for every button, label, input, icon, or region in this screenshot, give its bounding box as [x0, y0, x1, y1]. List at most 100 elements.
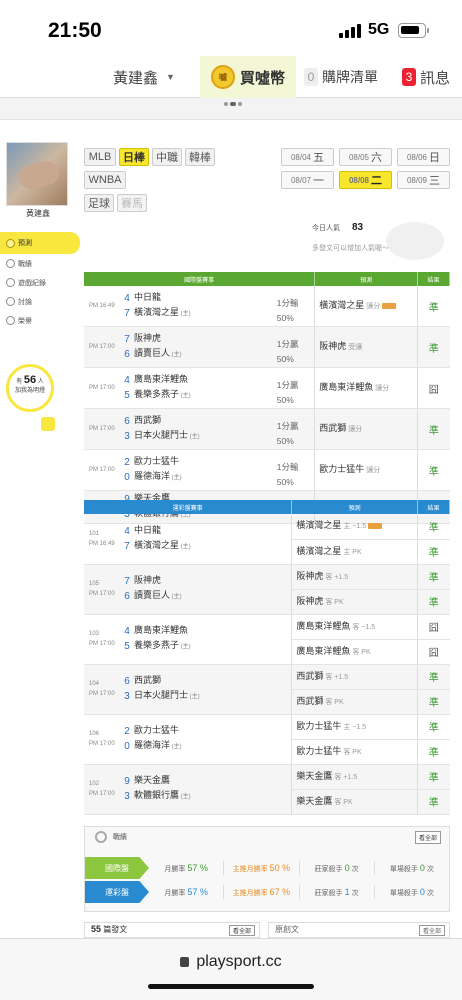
prediction-team: 廣島東洋鯉魚	[319, 382, 374, 392]
team-home: 羅德海洋	[134, 740, 171, 750]
sidebar-item-predict[interactable]: 預測	[0, 232, 80, 254]
post-count-box: 55 篇發文 看全部	[84, 922, 260, 938]
stat-value: 57 %	[187, 863, 208, 873]
stat-label: 主推月勝率	[232, 890, 268, 897]
lottery-row: 103 PM 17:00 4 5 廣島東洋鯉魚 養樂多燕子 (主) 廣島東洋鯉魚客 −1.5…	[84, 614, 450, 665]
user-menu[interactable]: 黃建鑫 ▼	[88, 56, 200, 98]
home-mark-icon: (主)	[179, 393, 191, 399]
prediction-cell: 廣島東洋鯉魚客 −1.5	[291, 614, 418, 640]
team-away: 阪神虎	[134, 333, 162, 343]
game-time: PM 17:00	[89, 591, 115, 597]
lottery-row: 102 PM 17:00 9 3 樂天金鷹 軟體銀行鷹 (主) 樂天金鷹客 +1.5 準	[84, 764, 450, 815]
weekday-label: 六	[371, 152, 383, 164]
bulb-icon	[41, 417, 55, 431]
team-away: 中日龍	[134, 524, 162, 535]
prediction-type: 主 −1.5	[343, 523, 367, 531]
odds-cell: 1分贏50%	[276, 326, 315, 368]
sidebar-item-label: 遊戲紀錄	[18, 279, 46, 287]
sidebar-item-record[interactable]: 戰績	[0, 254, 80, 273]
target-icon	[95, 831, 107, 843]
date-tab[interactable]: 08/05 六	[339, 148, 392, 166]
team-away: 歐力士猛牛	[134, 725, 180, 735]
prediction-cell: 廣島東洋鯉魚 讓分	[314, 367, 418, 409]
odds-value: 1分贏50%	[276, 339, 299, 364]
user-name: 黃建鑫	[113, 69, 159, 87]
game-time: PM 16:49	[89, 540, 115, 547]
hot-icon	[382, 302, 397, 309]
buy-coin-button[interactable]: 噓買噓幣	[200, 56, 296, 98]
popularity-label: 今日人氣	[312, 225, 340, 232]
sidebar-item-discuss[interactable]: 討論	[0, 292, 80, 311]
stat-label: 莊家殺手	[314, 866, 343, 873]
stat-unit: 次	[426, 866, 434, 873]
bulb-pre: 有	[16, 379, 23, 385]
date-tab[interactable]: 08/04 五	[281, 148, 334, 166]
popularity-hint: 多發文可以增加人氣喔～	[312, 245, 389, 252]
weekday-label: 日	[429, 152, 441, 164]
bulb-follow-button[interactable]: 有 56 人 加我為明燈	[6, 364, 55, 431]
browser-url-bar[interactable]: playsport.cc	[0, 938, 462, 1000]
sidebar-item-history[interactable]: 遊戲紀錄	[0, 273, 80, 292]
league-tab-mlb[interactable]: MLB	[84, 148, 116, 166]
team-home: 橫濱灣之星	[134, 539, 180, 550]
date-tab-selected[interactable]: 08/08 二	[339, 171, 392, 189]
url-text: playsport.cc	[196, 953, 282, 970]
bulb-unit: 人	[37, 379, 44, 385]
post-count-label: 篇發文	[103, 925, 128, 934]
team-away: 樂天金鷹	[134, 775, 171, 785]
league-tab-cpbl[interactable]: 中職	[152, 148, 182, 166]
odds-value: 1分輸50%	[276, 298, 299, 323]
prediction-team: 橫濱灣之星	[319, 300, 365, 310]
cart-button[interactable]: 0 購牌清單	[298, 56, 384, 98]
team-home-wrap: 日本火腿鬥士 (主)	[134, 688, 291, 705]
stat-value: 0	[419, 863, 425, 873]
league-tab-wnba[interactable]: WNBA	[84, 171, 126, 189]
date-tab[interactable]: 08/07 一	[281, 171, 334, 189]
result-mark: 準	[417, 739, 450, 765]
record-more-button[interactable]: 看全部	[414, 831, 441, 844]
odds-cell: 1分輸50%	[276, 286, 315, 327]
date-tab[interactable]: 08/06 日	[397, 148, 450, 166]
sidebar-item-honor[interactable]: 榮譽	[0, 311, 80, 330]
league-tab-npb[interactable]: 日棒	[119, 148, 149, 166]
prediction-type: 讓分	[366, 303, 381, 310]
status-time: 21:50	[48, 19, 102, 42]
score-home: 5	[124, 390, 130, 401]
score-home: 7	[124, 308, 130, 319]
avatar[interactable]	[6, 142, 68, 206]
home-mark-icon: (主)	[188, 694, 200, 700]
sidebar-item-label: 榮譽	[18, 317, 32, 325]
sidebar-item-label: 預測	[18, 240, 32, 247]
home-mark-icon: (主)	[179, 644, 191, 650]
stat-value: 0	[344, 863, 350, 873]
prediction-team: 西武獅	[296, 670, 324, 681]
date-label: 08/04	[290, 152, 312, 162]
team-home: 羅德海洋	[134, 471, 171, 481]
record-row-intl: 國際盤 月勝率 57 % 主推月勝率 50 % 莊家殺手 0 次 單場殺手 0 次	[85, 857, 449, 879]
league-tab-horse[interactable]: 賽馬	[117, 194, 147, 212]
intl-row: PM 17:00 6 3 西武獅 日本火腿鬥士 (主) 1分贏50% 西武獅 讓分準	[84, 408, 450, 450]
score-cell: 20	[120, 714, 134, 765]
posts-more-button[interactable]: 看全部	[228, 925, 255, 936]
game-meta: 104 PM 17:00	[84, 664, 120, 715]
teams-cell: 歐力士猛牛 羅德海洋 (主)	[134, 714, 292, 765]
original-more-button[interactable]: 看全部	[418, 925, 445, 936]
prediction-team: 西武獅	[319, 423, 347, 433]
teams-cell: 廣島東洋鯉魚 養樂多燕子 (主)	[134, 614, 292, 665]
game-meta: 102 PM 17:00	[84, 764, 120, 815]
intl-header-result: 結果	[417, 272, 450, 286]
sub-bar	[0, 98, 462, 120]
league-tab-kbo[interactable]: 韓棒	[185, 148, 215, 166]
team-home-wrap: 軟體銀行鷹 (主)	[134, 788, 291, 805]
lottery-row: 101 PM 16:49 4 7 中日龍 橫濱灣之星 (主) 橫濱灣之星主 −1.5 準	[84, 514, 450, 565]
prediction-team: 阪神虎	[296, 595, 324, 606]
game-time: PM 17:00	[84, 449, 120, 491]
message-button[interactable]: 3 訊息	[390, 56, 462, 98]
date-tab[interactable]: 08/09 三	[397, 171, 450, 189]
team-home: 養樂多燕子	[134, 640, 180, 650]
game-time: PM 17:00	[89, 791, 115, 797]
league-tab-soccer[interactable]: 足球	[84, 194, 114, 212]
prediction-type: 客 PK	[334, 798, 353, 806]
coin-icon: 噓	[210, 65, 235, 89]
result-mark: 準	[417, 564, 450, 590]
